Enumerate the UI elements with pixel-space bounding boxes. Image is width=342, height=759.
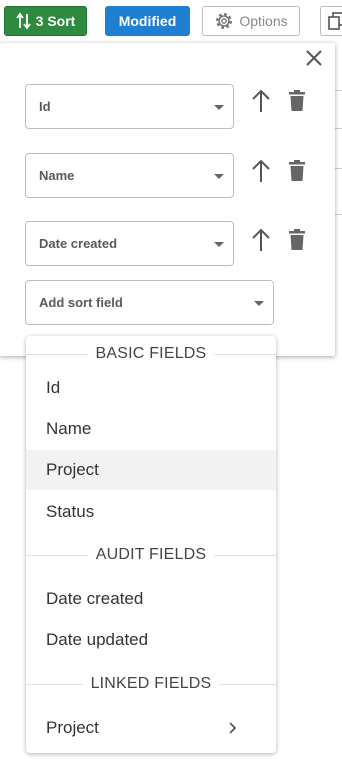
dropdown-item-label: Status [46, 502, 95, 521]
modified-button-label: Modified [118, 13, 177, 29]
modified-button[interactable]: Modified [105, 6, 190, 36]
close-icon [306, 50, 322, 66]
dropdown-item-id[interactable]: Id [26, 368, 276, 408]
sort-field-value: Name [39, 168, 75, 183]
dropdown-item-project[interactable]: Project [26, 450, 276, 490]
dropdown-item-label: Date updated [46, 630, 149, 649]
trash-icon [289, 90, 305, 111]
dropdown-item-date-created[interactable]: Date created [26, 579, 276, 619]
sort-direction-button-3[interactable] [250, 227, 272, 253]
dropdown-item-label: Project [46, 718, 99, 737]
add-sort-field-select[interactable]: Add sort field [25, 280, 274, 325]
section-header-linked: LINKED FIELDS [26, 674, 276, 694]
arrow-up-icon [252, 159, 270, 182]
trash-icon [289, 229, 305, 250]
sort-button-label: 3 Sort [35, 13, 76, 29]
sort-panel: Id Name Date created Add sort field [0, 43, 335, 356]
sort-button[interactable]: 3 Sort [4, 6, 87, 36]
background-table-line [335, 90, 342, 91]
section-header-basic: BASIC FIELDS [26, 344, 276, 364]
dropdown-item-date-updated[interactable]: Date updated [26, 620, 276, 660]
chevron-right-icon [229, 722, 237, 734]
copy-icon [328, 12, 342, 30]
sort-direction-button-2[interactable] [250, 158, 272, 184]
caret-down-icon [254, 301, 264, 306]
add-sort-field-placeholder: Add sort field [39, 295, 123, 310]
sort-field-select-3[interactable]: Date created [25, 221, 234, 266]
delete-sort-button-3[interactable] [286, 228, 308, 254]
section-header-label: BASIC FIELDS [87, 345, 215, 362]
background-table-line [335, 128, 342, 129]
copy-button[interactable] [320, 6, 342, 36]
dropdown-item-label: Name [46, 419, 92, 438]
delete-sort-button-1[interactable] [286, 89, 308, 115]
arrow-up-icon [252, 228, 270, 251]
trash-icon [289, 160, 305, 181]
background-table-line [335, 214, 342, 215]
sort-direction-button-1[interactable] [250, 88, 272, 114]
dropdown-item-linked-project[interactable]: Project [26, 708, 276, 748]
delete-sort-button-2[interactable] [286, 159, 308, 185]
section-header-label: AUDIT FIELDS [87, 546, 215, 563]
sort-arrows-icon [15, 12, 31, 30]
sort-field-select-1[interactable]: Id [25, 84, 234, 129]
dropdown-item-status[interactable]: Status [26, 492, 276, 532]
toolbar: 3 Sort Modified Options [0, 0, 342, 44]
sort-field-value: Id [39, 99, 51, 114]
gear-icon [216, 13, 233, 29]
arrow-up-icon [252, 89, 270, 112]
caret-down-icon [214, 174, 224, 179]
dropdown-item-name[interactable]: Name [26, 409, 276, 449]
background-table-line [335, 168, 342, 169]
section-header-label: LINKED FIELDS [82, 675, 220, 692]
dropdown-item-label: Date created [46, 589, 144, 608]
dropdown-item-label: Id [46, 378, 61, 397]
dropdown-item-label: Project [46, 460, 99, 479]
close-button[interactable] [303, 47, 325, 69]
caret-down-icon [214, 242, 224, 247]
section-header-audit: AUDIT FIELDS [26, 545, 276, 565]
caret-down-icon [214, 105, 224, 110]
sort-field-value: Date created [39, 236, 118, 251]
options-button[interactable]: Options [202, 6, 300, 36]
options-button-label: Options [239, 13, 288, 29]
field-dropdown-menu: BASIC FIELDS Id Name Project Status AUDI… [26, 336, 276, 753]
sort-field-select-2[interactable]: Name [25, 153, 234, 198]
